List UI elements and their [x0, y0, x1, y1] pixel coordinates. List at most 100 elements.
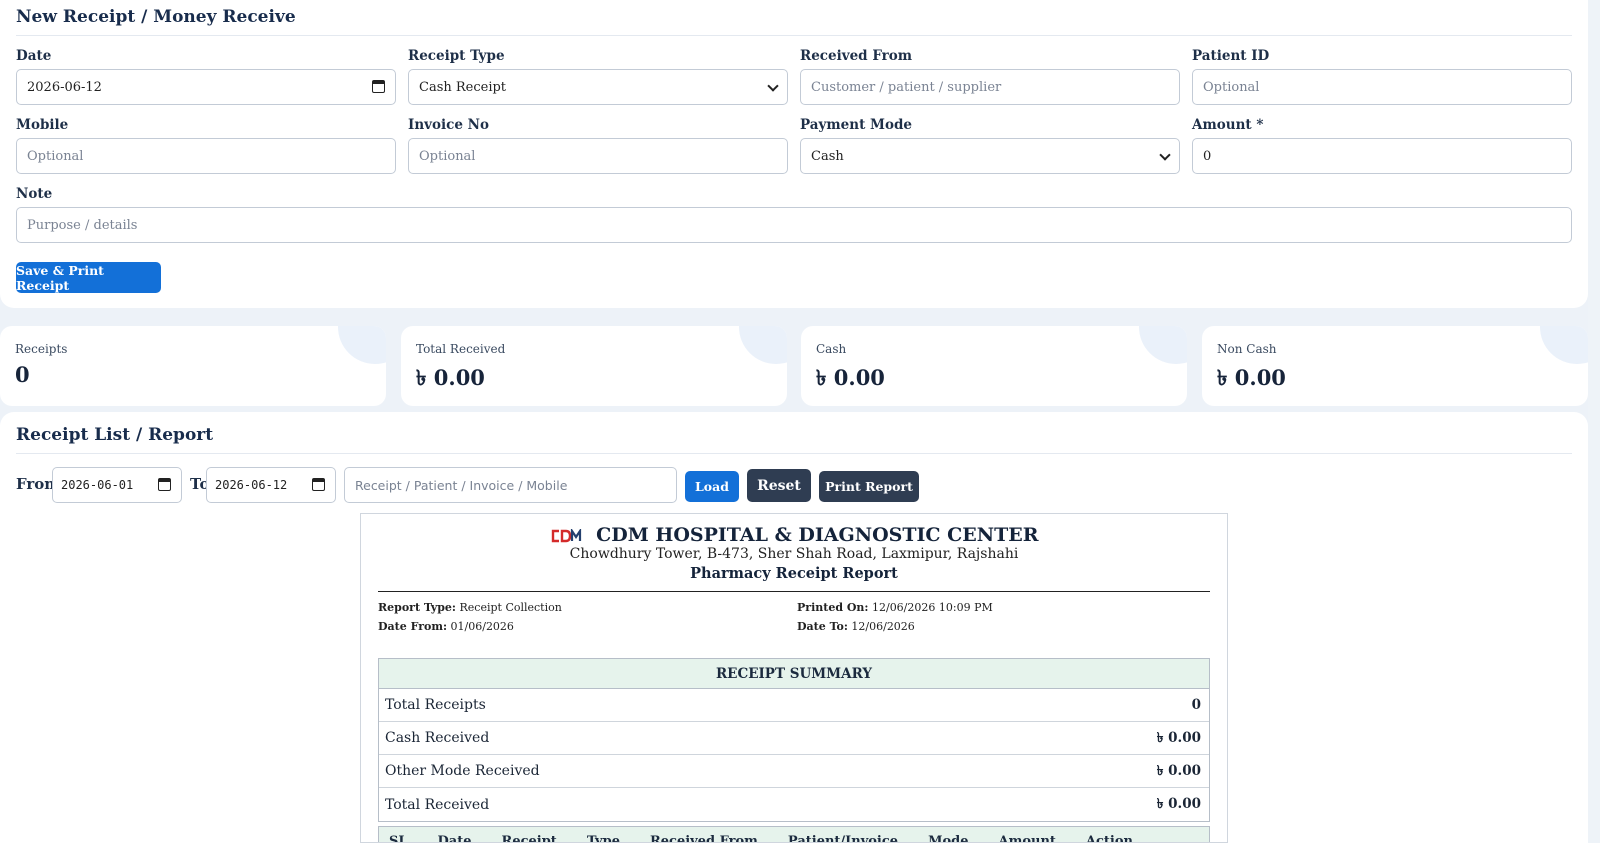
summary-value: ৳ 0.00 [1156, 796, 1201, 812]
mobile-label: Mobile [16, 117, 69, 133]
summary-row: Total Receipts 0 [379, 689, 1209, 722]
decorative-circle [739, 326, 787, 364]
report-header: CDM HOSPITAL & DIAGNOSTIC CENTER [361, 524, 1227, 546]
list-title: Receipt List / Report [16, 425, 214, 445]
stat-value: ৳ 0.00 [416, 365, 485, 390]
stat-label: Total Received [416, 342, 506, 356]
payment-mode-select[interactable]: Cash [800, 138, 1180, 174]
page-scrollbar[interactable] [1588, 0, 1600, 843]
hospital-name: CDM HOSPITAL & DIAGNOSTIC CENTER [596, 524, 1039, 546]
summary-row: Other Mode Received ৳ 0.00 [379, 755, 1209, 788]
table-header-cell: Date [437, 833, 472, 843]
received-from-label: Received From [800, 48, 913, 64]
summary-label: Cash Received [385, 730, 490, 746]
stat-label: Cash [816, 342, 847, 356]
reset-button[interactable]: Reset [747, 469, 811, 502]
divider [16, 453, 1572, 454]
payment-mode-label: Payment Mode [800, 117, 912, 133]
stat-card-non-cash: Non Cash ৳ 0.00 [1202, 326, 1588, 406]
meta-label: Date From: [378, 620, 448, 633]
meta-value: Receipt Collection [459, 601, 562, 614]
meta-label: Printed On: [797, 601, 869, 614]
stat-label: Non Cash [1217, 342, 1277, 356]
note-input[interactable]: Purpose / details [16, 207, 1572, 243]
summary-label: Total Received [385, 796, 490, 813]
decorative-circle [1139, 326, 1187, 364]
table-header-cell: Action [1085, 833, 1133, 843]
cdm-logo [550, 529, 582, 543]
meta-value: 12/06/2026 10:09 PM [871, 601, 993, 614]
chevron-down-icon [1159, 149, 1171, 161]
receipt-search-input[interactable]: Receipt / Patient / Invoice / Mobile [344, 467, 677, 503]
table-header-cell: Mode [928, 833, 969, 843]
to-date-value: 2026-06-12 [215, 478, 288, 492]
stat-card-total-received: Total Received ৳ 0.00 [401, 326, 787, 406]
patient-id-label: Patient ID [1192, 48, 1270, 64]
received-from-input[interactable]: Customer / patient / supplier [800, 69, 1180, 105]
summary-value: 0 [1191, 697, 1201, 713]
decorative-circle [1540, 326, 1588, 364]
meta-value: 12/06/2026 [851, 620, 915, 633]
date-input[interactable]: 2026-06-12 [16, 69, 396, 105]
invoice-input[interactable]: Optional [408, 138, 788, 174]
table-header-cell: Amount [998, 833, 1056, 843]
print-report-button[interactable]: Print Report [819, 471, 919, 502]
table-header-cell: Patient/Invoice [787, 833, 899, 843]
date-label: Date [16, 48, 52, 64]
receipt-summary-table: RECEIPT SUMMARY Total Receipts 0 Cash Re… [378, 658, 1210, 822]
load-button[interactable]: Load [685, 471, 739, 502]
meta-label: Report Type: [378, 601, 456, 614]
stat-value: ৳ 0.00 [816, 365, 885, 390]
cdm-logo-icon [551, 529, 581, 543]
amount-label: Amount * [1192, 117, 1264, 133]
receipt-type-select[interactable]: Cash Receipt [408, 69, 788, 105]
meta-label: Date To: [797, 620, 848, 633]
receipt-type-label: Receipt Type [408, 48, 505, 64]
report-title: Pharmacy Receipt Report [690, 565, 898, 582]
stat-card-cash: Cash ৳ 0.00 [801, 326, 1187, 406]
note-label: Note [16, 186, 53, 202]
hospital-address: Chowdhury Tower, B-473, Sher Shah Road, … [569, 546, 1019, 562]
form-title: New Receipt / Money Receive [16, 7, 296, 27]
stat-value: 0 [15, 362, 30, 387]
printed-on-meta: Printed On: 12/06/2026 10:09 PM [797, 601, 993, 614]
meta-value: 01/06/2026 [450, 620, 514, 633]
stat-value: ৳ 0.00 [1217, 365, 1286, 390]
amount-input[interactable]: 0 [1192, 138, 1572, 174]
report-type-meta: Report Type: Receipt Collection [378, 601, 562, 614]
calendar-icon[interactable] [372, 80, 385, 93]
receipt-table-header: SL Date Receipt Type Received From Patie… [378, 826, 1210, 843]
table-header-cell: Type [586, 833, 620, 843]
chevron-down-icon [767, 80, 779, 92]
table-header-cell: SL [389, 833, 408, 843]
stat-label: Receipts [15, 342, 68, 356]
summary-row: Cash Received ৳ 0.00 [379, 722, 1209, 755]
date-to-meta: Date To: 12/06/2026 [797, 620, 915, 633]
save-print-receipt-button[interactable]: Save & Print Receipt [16, 262, 161, 293]
stat-card-receipts: Receipts 0 [0, 326, 386, 406]
invoice-label: Invoice No [408, 117, 489, 133]
summary-row: Total Received ৳ 0.00 [379, 788, 1209, 821]
table-header-cell: Received From [649, 833, 758, 843]
receipt-type-value: Cash Receipt [419, 79, 507, 95]
date-value: 2026-06-12 [27, 79, 102, 95]
report-preview: CDM HOSPITAL & DIAGNOSTIC CENTER Chowdhu… [360, 513, 1228, 843]
summary-value: ৳ 0.00 [1156, 762, 1201, 779]
date-from-meta: Date From: 01/06/2026 [378, 620, 514, 633]
decorative-circle [338, 326, 386, 364]
mobile-input[interactable]: Optional [16, 138, 396, 174]
calendar-icon[interactable] [158, 478, 171, 491]
to-date-input[interactable]: 2026-06-12 [206, 467, 336, 503]
summary-label: Other Mode Received [385, 763, 540, 779]
table-header-cell: Receipt [501, 833, 557, 843]
divider [16, 35, 1572, 36]
calendar-icon[interactable] [312, 478, 325, 491]
new-receipt-card: New Receipt / Money Receive Date 2026-06… [0, 0, 1588, 308]
from-date-value: 2026-06-01 [61, 478, 134, 492]
payment-mode-value: Cash [811, 148, 844, 164]
header-rule [378, 591, 1210, 592]
summary-value: ৳ 0.00 [1156, 729, 1201, 746]
patient-id-input[interactable]: Optional [1192, 69, 1572, 105]
from-date-input[interactable]: 2026-06-01 [52, 467, 182, 503]
summary-title: RECEIPT SUMMARY [379, 659, 1209, 689]
